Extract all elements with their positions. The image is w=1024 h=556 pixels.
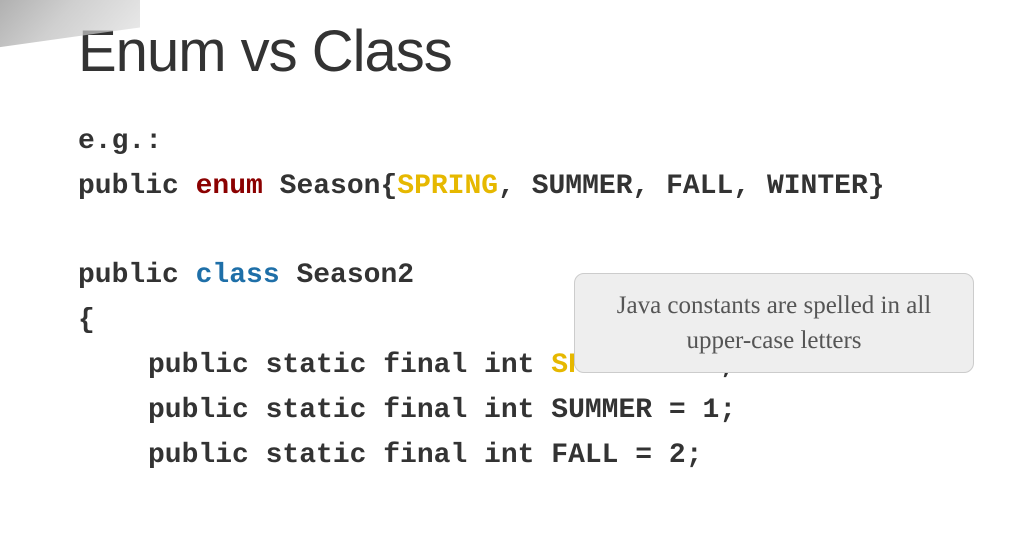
class-after-kw: Season2	[280, 260, 414, 291]
enum-rest: , SUMMER, FALL, WINTER}	[498, 171, 884, 202]
class-prefix: public	[78, 260, 196, 291]
enum-keyword: enum	[196, 171, 263, 202]
enum-declaration: public enum Season{SPRING, SUMMER, FALL,…	[78, 165, 1024, 210]
enum-spring: SPRING	[397, 171, 498, 202]
eg-label: e.g.:	[78, 120, 1024, 165]
const-line1-prefix: public static final int	[148, 350, 551, 381]
constant-fall: public static final int FALL = 2;	[148, 434, 1024, 479]
enum-after-kw: Season{	[263, 171, 397, 202]
enum-prefix: public	[78, 171, 196, 202]
constant-summer: public static final int SUMMER = 1;	[148, 389, 1024, 434]
blank-line	[78, 210, 1024, 255]
class-keyword: class	[196, 260, 280, 291]
callout-note: Java constants are spelled in all upper-…	[574, 273, 974, 373]
slide-title: Enum vs Class	[78, 18, 1024, 85]
